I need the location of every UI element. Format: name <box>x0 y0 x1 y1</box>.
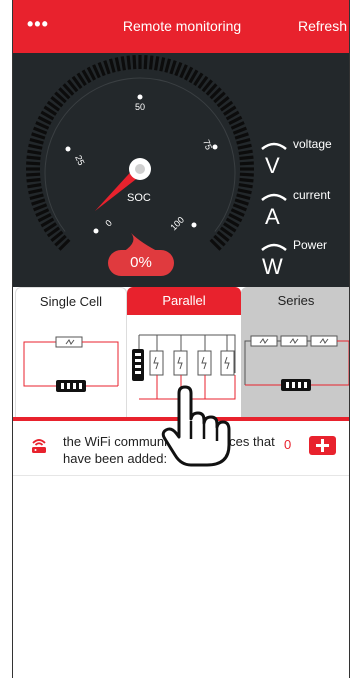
gauge-tick <box>29 193 44 201</box>
gauge-hub-center <box>135 164 145 174</box>
gauge-tick <box>179 64 188 79</box>
gauge-tick <box>236 193 251 201</box>
tab-parallel-label: Parallel <box>127 287 241 315</box>
scale-label-100: 100 <box>168 215 186 233</box>
gauge-tick <box>29 137 44 145</box>
gauge-tick <box>232 126 247 135</box>
gauge-tick <box>234 198 249 206</box>
single-cell-diagram <box>23 336 119 392</box>
gauge-tick <box>35 121 50 130</box>
metric-power-label: Power <box>293 238 328 252</box>
gauge-tick <box>239 161 254 166</box>
scale-label-25: 25 <box>73 154 86 167</box>
gauge-tick <box>33 126 48 135</box>
add-device-button[interactable] <box>309 436 336 455</box>
metric-voltage-label: voltage <box>293 137 332 151</box>
gauge-dot-0 <box>93 228 99 234</box>
gauge-tick <box>164 58 172 73</box>
gauge-tick <box>27 149 42 155</box>
gauge-tick <box>234 132 249 140</box>
gauge-tick <box>232 203 247 212</box>
gauge-tick <box>237 188 252 195</box>
gauge-tick <box>26 177 41 183</box>
gauge-tick <box>148 55 154 70</box>
refresh-button[interactable]: Refresh <box>298 0 347 53</box>
pointing-hand-icon <box>161 385 231 467</box>
gauge-tick <box>26 161 41 166</box>
gauge-tick <box>35 208 50 217</box>
metric-current: A current <box>257 188 349 228</box>
gauge-tick <box>26 155 41 161</box>
tab-series-label: Series <box>277 293 315 308</box>
metric-power: W Power <box>257 238 349 278</box>
series-diagram <box>244 335 349 391</box>
gauge-tick <box>120 56 126 71</box>
gauge-tick <box>239 155 254 161</box>
gauge-tick <box>97 62 106 77</box>
header-bar: ••• Remote monitoring Refresh <box>13 0 349 53</box>
gauge-dot-50 <box>137 94 143 100</box>
gauge-tick <box>239 172 254 177</box>
gauge-tick <box>230 121 245 130</box>
gauge-tick <box>132 55 137 70</box>
tab-single-cell-label: Single Cell <box>39 294 103 309</box>
gauge-tick <box>230 208 245 217</box>
gauge-tick <box>33 203 48 212</box>
gauge-tick <box>169 60 177 75</box>
gauge-tick <box>26 172 41 177</box>
more-dots-icon[interactable]: ••• <box>27 14 49 34</box>
gauge-tick <box>31 198 46 206</box>
gauge-dot-25 <box>65 146 71 152</box>
gauge-tick <box>103 60 111 75</box>
gauge-tick <box>31 132 46 140</box>
gauge-tick <box>143 55 148 70</box>
scale-label-50: 50 <box>135 102 145 112</box>
voltage-icon: V <box>261 142 287 177</box>
svg-text:V: V <box>265 153 280 177</box>
scale-label-0: 0 <box>103 218 114 229</box>
gauge-tick <box>239 177 254 183</box>
gauge-tick <box>159 57 166 72</box>
tab-single-cell[interactable]: Single Cell <box>15 287 127 419</box>
tab-series[interactable]: Series <box>241 287 349 419</box>
gauge-tick <box>154 56 160 71</box>
current-icon: A <box>261 193 287 228</box>
gauge-ticks <box>26 55 254 251</box>
gauge-tick <box>237 143 252 150</box>
power-icon: W <box>261 243 287 278</box>
soc-value-badge: 0% <box>108 250 174 276</box>
gauge-tick <box>174 62 183 77</box>
metric-current-label: current <box>293 188 331 202</box>
device-count: 0 <box>284 437 292 452</box>
gauge-tick <box>28 188 43 195</box>
gauge-tick <box>27 183 42 189</box>
gauge-tick <box>236 137 251 145</box>
gauge-tick <box>28 143 43 150</box>
gauge-tick <box>238 149 253 155</box>
gauge-tick <box>238 183 253 189</box>
gauge-tick <box>108 58 116 73</box>
app-frame: ••• Remote monitoring Refresh 0 25 50 75… <box>12 0 350 678</box>
scale-label-75: 75 <box>201 138 214 151</box>
svg-text:W: W <box>262 254 283 278</box>
divider <box>13 475 349 476</box>
gauge-center-label: SOC <box>127 192 151 204</box>
gauge-tick <box>126 55 132 70</box>
gauge-tick <box>92 64 101 79</box>
svg-text:A: A <box>265 204 280 228</box>
wifi-router-icon <box>32 439 46 453</box>
metric-voltage: V voltage <box>257 137 349 177</box>
gauge-dot-100 <box>191 222 197 228</box>
monitor-panel: 0 25 50 75 100 SOC 0% V voltage A curren… <box>13 53 349 287</box>
gauge-tick <box>114 57 121 72</box>
